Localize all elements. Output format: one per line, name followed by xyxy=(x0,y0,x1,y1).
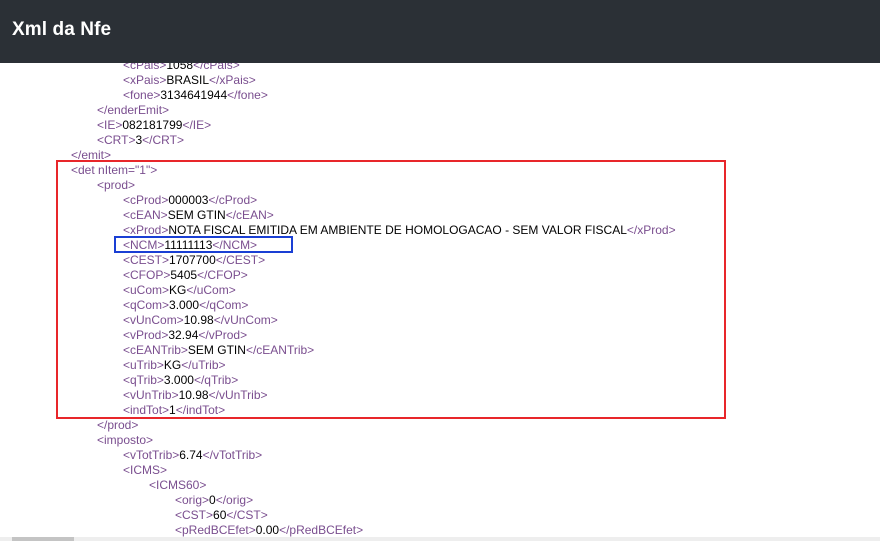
xml-line: <pRedBCEfet>0.00</pRedBCEfet> xyxy=(175,523,363,537)
xml-open-tag: <IE> xyxy=(97,118,123,132)
xml-line: <orig>0</orig> xyxy=(175,493,253,508)
xml-value: BRASIL xyxy=(166,73,210,87)
xml-line: <CRT>3</CRT> xyxy=(97,133,184,148)
xml-open-tag: <xPais> xyxy=(123,73,167,87)
app-header: Xml da Nfe xyxy=(0,0,880,63)
xml-close-tag: </cPais> xyxy=(193,63,240,72)
scrollbar-thumb[interactable] xyxy=(12,537,74,541)
xml-value: 1058 xyxy=(166,63,194,72)
xml-open-tag: <CRT> xyxy=(97,133,136,147)
xml-close-tag: </vTotTrib> xyxy=(202,448,263,462)
xml-close-tag: </CRT> xyxy=(142,133,184,147)
page-title: Xml da Nfe xyxy=(12,19,112,40)
xml-value: 60 xyxy=(213,508,227,522)
xml-close-tag: </IE> xyxy=(182,118,212,132)
xml-close-tag: </orig> xyxy=(215,493,254,507)
xml-close-tag: </fone> xyxy=(227,88,268,102)
xml-line: <xPais>BRASIL</xPais> xyxy=(123,73,256,88)
det-item-highlight-box xyxy=(56,160,726,419)
xml-line: <ICMS> xyxy=(123,463,167,478)
ncm-highlight-box xyxy=(114,236,293,253)
xml-line: </prod> xyxy=(97,418,138,433)
xml-open-tag: </prod> xyxy=(97,418,139,432)
xml-line: <ICMS60> xyxy=(149,478,206,493)
xml-line: <IE>082181799</IE> xyxy=(97,118,211,133)
xml-value: 0.00 xyxy=(255,523,280,537)
xml-open-tag: <orig> xyxy=(175,493,210,507)
xml-close-tag: </xPais> xyxy=(209,73,256,87)
xml-open-tag: <pRedBCEfet> xyxy=(175,523,256,537)
xml-line: <fone>3134641944</fone> xyxy=(123,88,268,103)
xml-open-tag: <CST> xyxy=(175,508,214,522)
xml-open-tag: <fone> xyxy=(123,88,161,102)
xml-line: <CST>60</CST> xyxy=(175,508,268,523)
xml-line: <cPais>1058</cPais> xyxy=(123,63,240,73)
xml-open-tag: <cPais> xyxy=(123,63,167,72)
xml-value: 6.74 xyxy=(179,448,203,462)
xml-value: 082181799 xyxy=(122,118,183,132)
xml-open-tag: <ICMS> xyxy=(123,463,168,477)
xml-open-tag: </enderEmit> xyxy=(97,103,170,117)
xml-value: 0 xyxy=(209,493,216,507)
horizontal-scrollbar[interactable] xyxy=(0,537,880,541)
xml-open-tag: <ICMS60> xyxy=(149,478,207,492)
xml-line: <imposto> xyxy=(97,433,153,448)
xml-open-tag: <vTotTrib> xyxy=(123,448,180,462)
xml-close-tag: </CST> xyxy=(226,508,268,522)
xml-open-tag: <imposto> xyxy=(97,433,154,447)
xml-value: 3134641944 xyxy=(160,88,228,102)
xml-line: </enderEmit> xyxy=(97,103,169,118)
xml-line: <vTotTrib>6.74</vTotTrib> xyxy=(123,448,262,463)
xml-close-tag: </pRedBCEfet> xyxy=(279,523,364,537)
